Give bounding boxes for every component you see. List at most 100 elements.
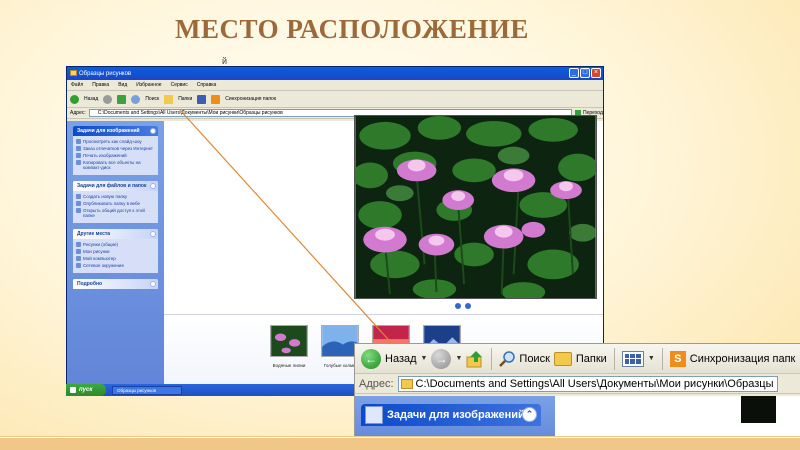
minimize-button[interactable]: _ [569,68,579,78]
collapse-chevron-icon[interactable] [150,128,156,134]
list-item[interactable]: Открыть общий доступ к этой папке [76,208,155,218]
panel-header[interactable]: Задачи для изображений [73,126,158,136]
web-publish-icon [76,201,81,206]
search-icon[interactable] [131,94,141,104]
menu-file[interactable]: Файл [71,82,83,88]
menu-tools[interactable]: Сервис [171,82,188,88]
dropdown-caret-icon[interactable]: ▼ [455,355,462,362]
list-item[interactable]: Мой компьютер [76,256,155,261]
sync-icon: S [669,350,686,367]
up-folder-icon[interactable] [466,350,484,368]
window-title: Образцы рисунков [79,70,132,77]
slide-footer [0,436,800,450]
windows-logo-icon [70,387,76,393]
next-image-icon[interactable] [465,303,471,309]
forward-arrow-icon: → [431,348,452,369]
search-icon [499,350,516,367]
list-item[interactable]: Создать новую папку [76,194,155,199]
menu-bar: Файл Правка Вид Избранное Сервис Справка [67,80,603,91]
collapse-chevron-icon[interactable]: ⌃ [522,407,537,422]
back-button[interactable]: ← Назад ▼ [361,348,428,369]
collapse-chevron-icon[interactable] [150,183,156,189]
forward-arrow-icon[interactable] [103,94,113,104]
panel-file-tasks: Задачи для файлов и папок Создать новую … [73,181,158,223]
thumbnail-water-lilies[interactable] [270,325,308,357]
dropdown-caret-icon[interactable]: ▼ [648,355,655,362]
list-item[interactable]: Заказ отпечатков через Интернет [76,146,155,151]
menu-view[interactable]: Вид [118,82,127,88]
menu-help[interactable]: Справка [197,82,217,88]
folder-icon [76,242,81,247]
network-icon [76,263,81,268]
new-folder-icon [76,194,81,199]
folder-icon [400,378,413,389]
zoomed-toolbar-inset: ← Назад ▼ → ▼ Поиск Папки ▼ S Синхрониза… [354,343,800,450]
preview-image-water-lilies[interactable] [354,115,597,299]
folders-button[interactable]: Папки [178,96,192,102]
list-item[interactable]: Сетевое окружение [76,263,155,268]
panel-details: Подробно [73,279,158,289]
viewer-controls [455,303,471,309]
menu-edit[interactable]: Правка [92,82,109,88]
previous-image-icon[interactable] [455,303,461,309]
up-folder-icon[interactable] [117,94,127,104]
menu-favorites[interactable]: Избранное [136,82,161,88]
zoomed-address-bar: Адрес: C:\Documents and Settings\All Use… [355,374,800,394]
views-button[interactable]: ▼ [621,350,655,367]
forward-button[interactable]: → ▼ [431,348,462,369]
folder-icon [76,249,81,254]
panel-title: Другие места [77,231,111,237]
list-item[interactable]: Рисунки (общие) [76,242,155,247]
share-icon [76,208,81,213]
back-arrow-icon: ← [361,348,381,369]
folders-icon[interactable] [164,94,174,104]
globe-icon [76,146,81,151]
close-button[interactable]: × [591,68,601,78]
taskbar-item[interactable]: Образцы рисунков [112,385,182,395]
zoomed-toolbar: ← Назад ▼ → ▼ Поиск Папки ▼ S Синхрониза… [355,344,800,374]
address-label: Адрес: [359,377,394,390]
address-input[interactable]: C:\Documents and Settings\All Users\Доку… [397,375,778,392]
panel-header[interactable]: Задачи для изображений ⌃ [361,404,541,426]
dropdown-caret-icon[interactable]: ▼ [421,355,428,362]
collapse-chevron-icon[interactable] [150,281,156,287]
computer-icon [76,256,81,261]
list-item[interactable]: Просмотреть как слайд-шоу [76,139,155,144]
panel-other-places: Другие места Рисунки (общие) Мои рисунки… [73,229,158,273]
task-pane: Задачи для изображений Просмотреть как с… [67,121,164,395]
cd-icon [76,160,81,165]
panel-header[interactable]: Подробно [73,279,158,289]
collapse-chevron-icon[interactable] [150,231,156,237]
list-item[interactable]: Печать изображений [76,153,155,158]
list-item[interactable]: Мои рисунки [76,249,155,254]
folders-icon [553,351,572,366]
slide-title: МЕСТО РАСПОЛОЖЕНИЕ [175,14,529,44]
sync-button[interactable]: Синхронизация папок [225,96,276,102]
footer-divider [0,437,800,438]
search-button[interactable]: Поиск [145,96,159,102]
views-icon[interactable] [197,94,207,104]
address-label: Адрес: [70,110,86,116]
panel-title: Подробно [77,281,103,287]
sync-button[interactable]: S Синхронизация папк [669,350,795,367]
start-button[interactable]: пуск [66,384,106,396]
sync-icon[interactable] [211,94,221,104]
folders-button[interactable]: Папки [553,351,607,366]
list-item[interactable]: Опубликовать папку в вебе [76,201,155,206]
back-arrow-icon[interactable] [70,94,79,104]
panel-header[interactable]: Задачи для файлов и папок [73,181,158,191]
slide-mark: й [222,56,228,66]
panel-image-tasks: Задачи для изображений Просмотреть как с… [73,126,158,175]
list-item[interactable]: Копировать все объекты на компакт-диск [76,160,155,170]
preview-image-fragment [741,396,776,423]
printer-icon [76,153,81,158]
panel-header[interactable]: Другие места [73,229,158,239]
maximize-button[interactable]: □ [580,68,590,78]
picture-tasks-icon [365,406,383,424]
slideshow-icon [76,139,81,144]
title-bar[interactable]: Образцы рисунков _ □ × [67,67,603,80]
search-button[interactable]: Поиск [499,350,550,367]
panel-title: Задачи для изображений [77,128,140,134]
views-icon [621,350,644,367]
back-button[interactable]: Назад [84,96,98,102]
